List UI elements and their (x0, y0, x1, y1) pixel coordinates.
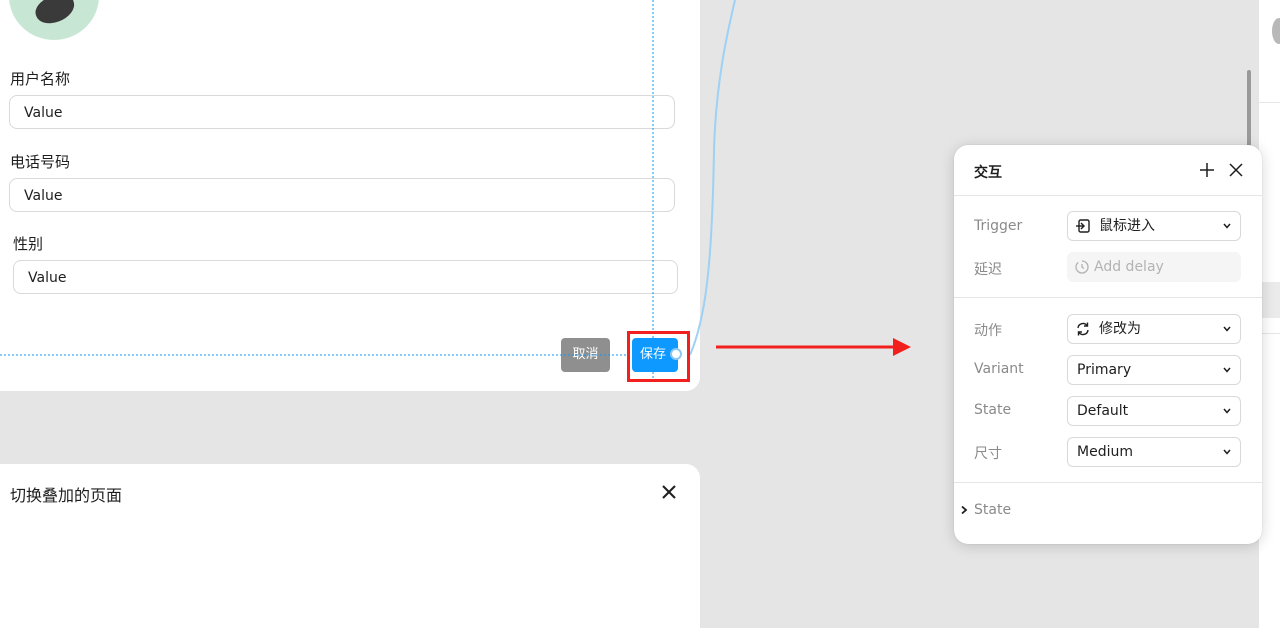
close-icon[interactable] (1227, 161, 1245, 179)
delay-input[interactable]: Add delay (1067, 252, 1241, 282)
connection-handle[interactable] (670, 348, 682, 360)
scrollbar-thumb[interactable] (1247, 70, 1251, 150)
trigger-select[interactable]: 鼠标进入 (1067, 211, 1241, 241)
chevron-down-icon (1223, 367, 1231, 373)
annotation-arrow-head (893, 338, 911, 356)
close-icon[interactable] (659, 482, 679, 502)
interaction-panel: 交互 Trigger 鼠标进入 延迟 Add delay 动作 修改为 Vari… (954, 145, 1262, 544)
delay-placeholder: Add delay (1094, 259, 1164, 275)
variant-select[interactable]: Primary (1067, 355, 1241, 385)
action-select[interactable]: 修改为 (1067, 314, 1241, 344)
change-icon (1077, 322, 1089, 336)
size-select[interactable]: Medium (1067, 437, 1241, 467)
state-label: State (974, 402, 1012, 418)
divider (954, 482, 1262, 483)
trigger-value: 鼠标进入 (1099, 218, 1155, 234)
variant-label: Variant (974, 361, 1024, 377)
panel-row-highlight (1259, 282, 1280, 318)
state-section-label: State (974, 502, 1012, 518)
panel-title: 交互 (974, 165, 1002, 181)
chevron-down-icon (1223, 326, 1231, 332)
state-select[interactable]: Default (1067, 396, 1241, 426)
plus-icon[interactable] (1198, 161, 1216, 179)
divider (954, 297, 1262, 298)
divider (954, 195, 1262, 196)
variant-value: Primary (1077, 362, 1132, 378)
delay-label: 延迟 (974, 262, 1002, 278)
chevron-down-icon (1223, 408, 1231, 414)
size-label: 尺寸 (974, 446, 1002, 462)
chevron-right-icon (961, 505, 968, 515)
panel-divider (1259, 102, 1280, 103)
timer-icon (1075, 260, 1089, 274)
user-avatar[interactable] (1272, 18, 1280, 44)
panel-divider (1259, 333, 1280, 334)
chevron-down-icon (1223, 449, 1231, 455)
prototype-connector-line (689, 0, 736, 356)
mouse-enter-icon (1076, 219, 1090, 233)
action-value: 修改为 (1099, 321, 1141, 337)
size-value: Medium (1077, 444, 1133, 460)
chevron-down-icon (1223, 223, 1231, 229)
state-value: Default (1077, 403, 1129, 419)
action-label: 动作 (974, 323, 1002, 339)
overlay-title: 切换叠加的页面 (10, 486, 123, 505)
state-section-toggle[interactable]: State (960, 502, 1011, 518)
right-side-panel (1259, 0, 1280, 628)
trigger-label: Trigger (974, 218, 1023, 234)
